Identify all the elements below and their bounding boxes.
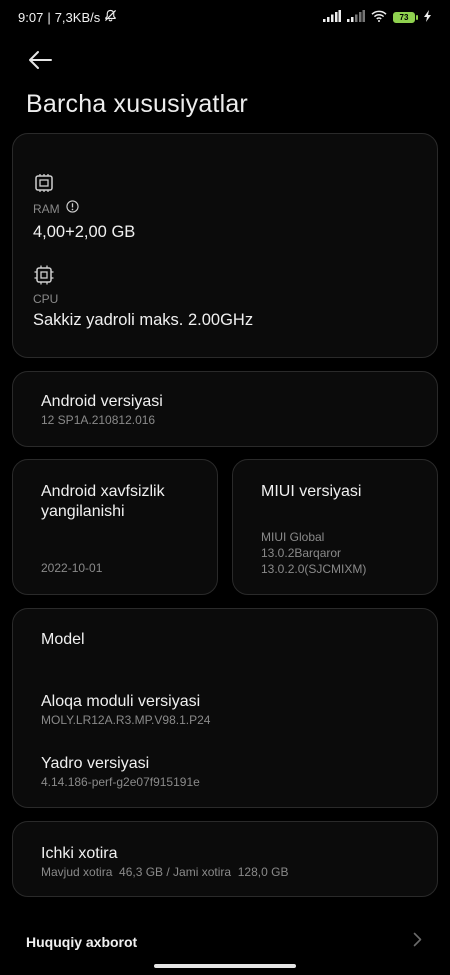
baseband-title: Aloqa moduli versiyasi	[41, 693, 201, 710]
specs-card: RAM 4,00+2,00 GB CPU Sakkiz yadroli maks…	[12, 133, 438, 358]
ram-label: RAM	[33, 202, 60, 216]
cpu-value: Sakkiz yadroli maks. 2.00GHz	[33, 311, 254, 329]
android-version-card[interactable]: Android versiyasi 12 SP1A.210812.016	[12, 371, 438, 447]
arrow-left-icon	[29, 51, 52, 69]
status-time: 9:07	[18, 9, 44, 25]
charging-icon	[424, 9, 432, 25]
storage-title: Ichki xotira	[41, 845, 118, 862]
kernel-section[interactable]: Yadro versiyasi 4.14.186-perf-g2e07f9151…	[41, 754, 200, 790]
model-title[interactable]: Model	[41, 630, 85, 650]
legal-info-item[interactable]: Huquqiy axborot	[26, 932, 426, 952]
security-patch-card[interactable]: Android xavfsizlik yangilanishi 2022-10-…	[12, 459, 218, 595]
android-version-value: 12 SP1A.210812.016	[41, 413, 156, 427]
kernel-title: Yadro versiyasi	[41, 755, 150, 772]
ram-section: RAM 4,00+2,00 GB	[33, 172, 135, 242]
battery-icon: 73	[393, 11, 418, 23]
security-patch-title-line1: Android xavfsizlik	[41, 483, 165, 500]
kernel-value: 4.14.186-perf-g2e07f915191e	[41, 775, 200, 789]
status-network-speed: 7,3KB/s	[54, 9, 101, 25]
cpu-label: CPU	[33, 292, 59, 306]
storage-value: Mavjud xotira 46,3 GB / Jami xotira 128,…	[41, 865, 289, 879]
wifi-icon	[371, 10, 387, 25]
info-icon[interactable]	[66, 200, 79, 218]
memory-chip-icon	[33, 172, 55, 194]
miui-version-line3: 13.0.2.0(SJCMIXM)	[261, 562, 367, 576]
legal-info-label: Huquqiy axborot	[26, 934, 138, 950]
storage-card[interactable]: Ichki xotira Mavjud xotira 46,3 GB / Jam…	[12, 821, 438, 897]
miui-version-card[interactable]: MIUI versiyasi MIUI Global 13.0.2Barqaro…	[232, 459, 438, 595]
android-version-title: Android versiyasi	[41, 393, 163, 410]
bell-off-icon	[104, 9, 117, 25]
baseband-value: MOLY.LR12A.R3.MP.V98.1.P24	[41, 713, 211, 727]
miui-version-title: MIUI versiyasi	[261, 483, 362, 500]
status-right: 73	[323, 9, 432, 25]
security-patch-value: 2022-10-01	[41, 561, 103, 575]
status-bar: 9:07 | 7,3KB/s 73	[0, 0, 450, 34]
miui-version-line2: 13.0.2Barqaror	[261, 546, 342, 560]
signal-secondary-icon	[347, 9, 365, 25]
device-info-card: Model Aloqa moduli versiyasi MOLY.LR12A.…	[12, 608, 438, 808]
cpu-section: CPU Sakkiz yadroli maks. 2.00GHz	[33, 264, 253, 330]
signal-icon	[323, 9, 341, 25]
back-button[interactable]	[24, 46, 56, 74]
battery-level: 73	[393, 11, 415, 23]
miui-version-line1: MIUI Global	[261, 530, 325, 544]
security-patch-title-line2: yangilanishi	[41, 503, 125, 520]
status-separator: |	[47, 9, 51, 25]
ram-value: 4,00+2,00 GB	[33, 223, 136, 241]
cpu-icon	[33, 264, 55, 286]
page-title: Barcha xususiyatlar	[26, 90, 248, 118]
status-left: 9:07 | 7,3KB/s	[18, 9, 117, 25]
chevron-right-icon	[413, 932, 422, 952]
home-indicator[interactable]	[154, 964, 296, 968]
baseband-section[interactable]: Aloqa moduli versiyasi MOLY.LR12A.R3.MP.…	[41, 692, 210, 728]
